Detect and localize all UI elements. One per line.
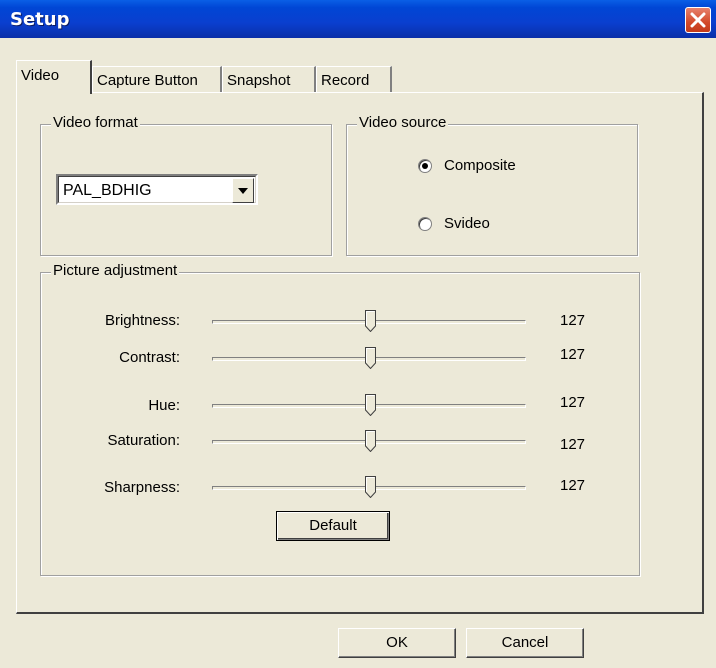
dropdown-button[interactable] [232, 178, 254, 203]
video-format-title: Video format [51, 114, 140, 131]
radio-selected-dot [422, 163, 428, 169]
sharpness-value: 127 [560, 477, 586, 494]
saturation-slider-thumb[interactable] [365, 430, 376, 452]
title-bar[interactable]: Setup [0, 0, 716, 38]
default-button[interactable]: Default [276, 511, 390, 541]
chevron-down-icon [238, 188, 248, 194]
hue-slider-thumb[interactable] [365, 394, 376, 416]
sharpness-label: Sharpness: [104, 479, 180, 496]
tab-label: Snapshot [227, 72, 291, 89]
brightness-label: Brightness: [104, 312, 180, 329]
svideo-radio[interactable] [418, 217, 432, 231]
contrast-label: Contrast: [119, 349, 180, 366]
tab-capture-button[interactable]: Capture Button [92, 66, 222, 93]
svideo-label[interactable]: Svideo [444, 215, 490, 232]
video-source-title: Video source [357, 114, 449, 131]
composite-label[interactable]: Composite [444, 157, 516, 174]
window-title: Setup [10, 9, 70, 30]
ok-button[interactable]: OK [338, 628, 456, 658]
tab-record[interactable]: Record [316, 66, 392, 93]
composite-radio[interactable] [418, 159, 432, 173]
cancel-button[interactable]: Cancel [466, 628, 584, 658]
brightness-value: 127 [560, 312, 586, 329]
sharpness-slider-thumb[interactable] [365, 476, 376, 498]
tab-label: Capture Button [97, 72, 198, 89]
saturation-value: 127 [560, 436, 586, 453]
video-format-value: PAL_BDHIG [63, 182, 152, 199]
video-format-select[interactable]: PAL_BDHIG [56, 174, 258, 205]
contrast-slider-thumb[interactable] [365, 347, 376, 369]
tab-label: Record [321, 72, 370, 89]
tab-label: Video [21, 67, 60, 84]
picture-adjustment-title: Picture adjustment [51, 262, 180, 279]
brightness-slider-thumb[interactable] [365, 310, 376, 332]
contrast-value: 127 [560, 346, 586, 363]
hue-label: Hue: [148, 397, 180, 414]
saturation-label: Saturation: [107, 432, 180, 449]
video-source-group: Video source [346, 114, 638, 256]
tab-video[interactable]: Video [16, 60, 92, 94]
close-button[interactable] [685, 7, 711, 33]
hue-value: 127 [560, 394, 586, 411]
tab-snapshot[interactable]: Snapshot [222, 66, 316, 93]
close-icon [690, 12, 706, 28]
